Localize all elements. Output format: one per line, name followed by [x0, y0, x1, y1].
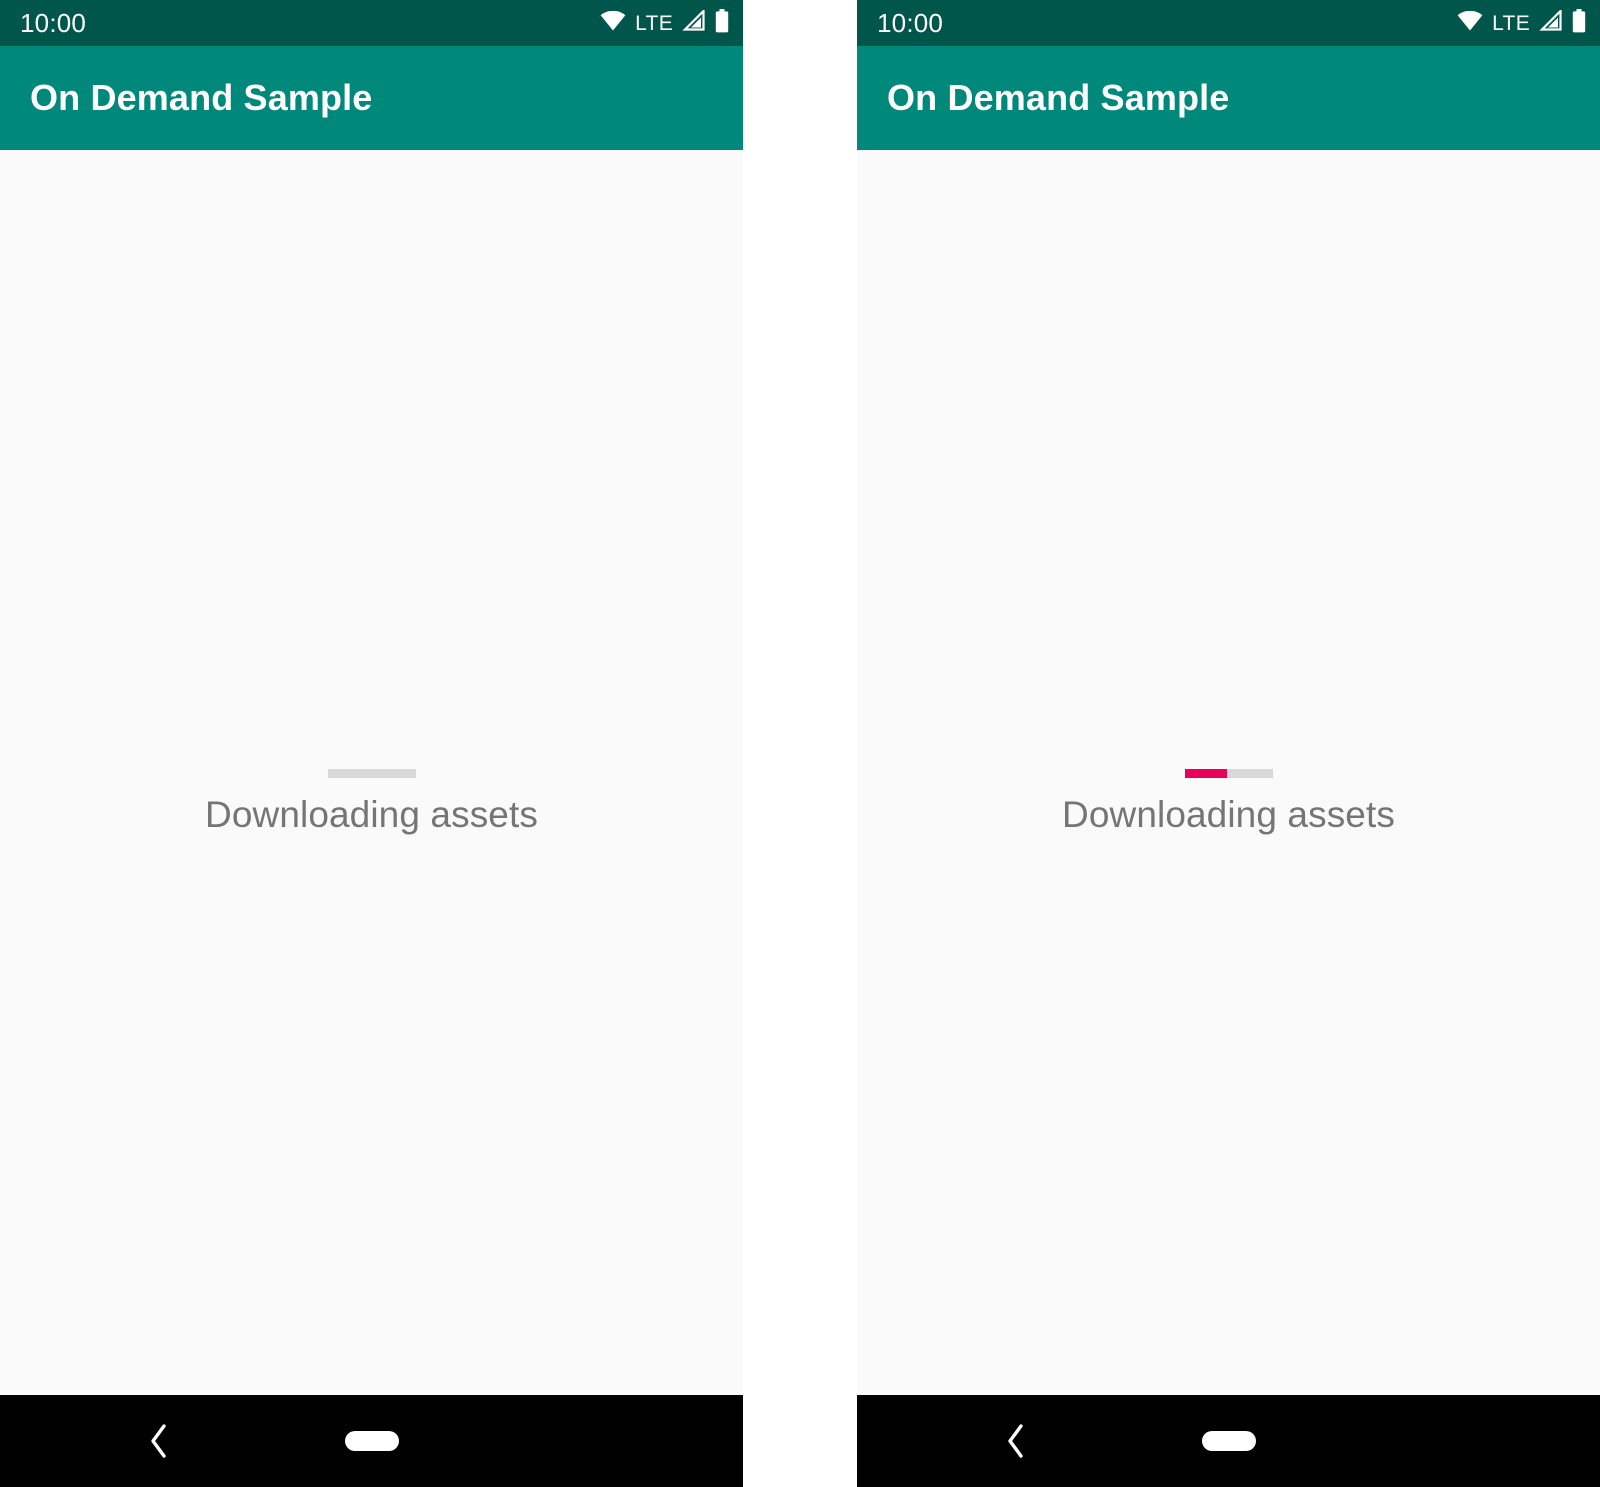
- phone-screenshot-left: 10:00 LTE On Demand Sample Downloading a…: [0, 0, 743, 1487]
- download-progress-fill: [1184, 769, 1227, 778]
- content-area: Downloading assets: [857, 150, 1600, 1395]
- wifi-icon: [600, 10, 626, 36]
- app-bar-title: On Demand Sample: [887, 77, 1230, 118]
- wifi-icon: [1457, 10, 1483, 36]
- download-status-label: Downloading assets: [205, 794, 538, 835]
- app-bar: On Demand Sample: [0, 46, 743, 150]
- cellular-signal-icon: [682, 8, 706, 36]
- battery-icon: [715, 8, 729, 38]
- app-bar-title: On Demand Sample: [30, 77, 373, 118]
- lte-label: LTE: [635, 11, 673, 35]
- system-navigation-bar: [0, 1395, 743, 1487]
- battery-icon: [1572, 8, 1586, 38]
- status-bar: 10:00 LTE: [857, 0, 1600, 46]
- status-icon-group: LTE: [600, 8, 729, 38]
- download-status-group: Downloading assets: [0, 769, 743, 833]
- download-status-group: Downloading assets: [857, 769, 1600, 833]
- download-status-label: Downloading assets: [1062, 794, 1395, 835]
- download-progress-bar: [1184, 769, 1273, 778]
- status-clock: 10:00: [20, 8, 87, 38]
- cellular-signal-icon: [1539, 8, 1563, 36]
- screenshot-stage: 10:00 LTE On Demand Sample Downloading a…: [0, 0, 1600, 1487]
- content-area: Downloading assets: [0, 150, 743, 1395]
- back-button[interactable]: [137, 1419, 181, 1463]
- home-pill-button[interactable]: [1201, 1431, 1256, 1451]
- system-navigation-bar: [857, 1395, 1600, 1487]
- app-bar: On Demand Sample: [857, 46, 1600, 150]
- download-progress-bar: [327, 769, 416, 778]
- phone-screenshot-right: 10:00 LTE On Demand Sample Downloading a…: [857, 0, 1600, 1487]
- status-clock: 10:00: [877, 8, 944, 38]
- back-button[interactable]: [994, 1419, 1038, 1463]
- status-icon-group: LTE: [1457, 8, 1586, 38]
- status-bar: 10:00 LTE: [0, 0, 743, 46]
- home-pill-button[interactable]: [344, 1431, 399, 1451]
- lte-label: LTE: [1492, 11, 1530, 35]
